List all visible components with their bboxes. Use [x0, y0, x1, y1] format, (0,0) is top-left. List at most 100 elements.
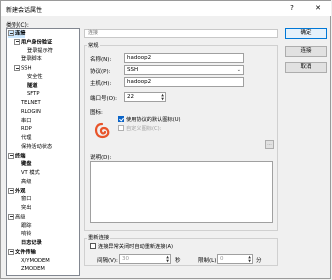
tree-item[interactable]: 终端: [8, 152, 26, 161]
tree-item[interactable]: 外观: [8, 187, 26, 196]
window-title: 新建会话属性: [6, 7, 43, 14]
default-icon-checkbox[interactable]: [118, 116, 124, 122]
tree-item[interactable]: 保持活动状态: [14, 144, 52, 151]
tree-item[interactable]: 日志记录: [14, 240, 42, 247]
tree-item[interactable]: 串口: [14, 118, 31, 125]
name-field[interactable]: hadoop2: [124, 53, 244, 63]
default-icon-label: 使用协议的默认图标(U): [126, 117, 181, 123]
tree-item[interactable]: 安全性: [20, 74, 43, 81]
browse-icon-button[interactable]: ...: [265, 140, 274, 149]
host-field[interactable]: hadoop2: [124, 77, 244, 87]
reconnect-group-title: 重新连接: [87, 233, 111, 241]
protocol-label: 协议(P):: [90, 69, 111, 75]
tree-item[interactable]: VT 模式: [14, 170, 40, 177]
name-label: 名称(N):: [90, 57, 112, 63]
custom-icon-checkbox[interactable]: [118, 125, 124, 131]
tree-item-label: 响铃: [21, 231, 32, 238]
tree-item[interactable]: 突出: [14, 205, 31, 212]
limit-value: 0: [220, 256, 224, 262]
tree-item[interactable]: TELNET: [14, 100, 41, 107]
general-group-title: 常规: [87, 41, 100, 49]
tree-item-label: 安全性: [27, 73, 43, 80]
tree-item[interactable]: 响铃: [14, 231, 31, 238]
description-textarea[interactable]: [90, 161, 273, 223]
tree-item-label: X/YMODEM: [21, 257, 50, 264]
tree-item-label: 终端: [15, 153, 26, 159]
tree-item[interactable]: 用户身份验证: [14, 38, 52, 47]
tree-item-label: 代理: [21, 135, 32, 141]
collapse-icon[interactable]: [14, 38, 20, 45]
tree-item-label: 文件传输: [15, 249, 36, 256]
seconds-label: 秒: [175, 258, 181, 264]
tree-item[interactable]: 登录脚本: [14, 56, 42, 63]
tree-item-label: 键盘: [21, 161, 32, 168]
port-label: 端口号(O):: [90, 96, 117, 102]
chevron-down-icon: ⌄: [236, 67, 241, 73]
spin-down-icon[interactable]: ▼: [248, 259, 251, 263]
tree-item-label: 突出: [21, 205, 32, 211]
tree-item-label: 保持活动状态: [21, 143, 53, 150]
tree-item-label: 窗口: [21, 196, 32, 203]
tree-item-label: 日志记录: [21, 240, 42, 246]
tree-item[interactable]: 跟踪: [14, 223, 31, 230]
spin-down-icon[interactable]: ▼: [166, 259, 169, 263]
category-tree[interactable]: 连接 用户身份验证 登录提示符 登录脚本 SSH 安全性隧道 SFTP TELNET RLOGI…: [6, 28, 80, 276]
tree-item[interactable]: ZMODEM: [14, 266, 45, 273]
tree-item[interactable]: 登录提示符: [20, 48, 53, 55]
limit-stepper[interactable]: 0 ▲ ▼: [217, 254, 253, 264]
auto-reconnect-label: 连接异常关闭时自动重新连接(A): [98, 244, 174, 250]
interval-stepper[interactable]: 30 ▲ ▼: [119, 254, 171, 264]
tree-item[interactable]: X/YMODEM: [14, 258, 50, 265]
session-icon: [93, 122, 111, 140]
tree-item[interactable]: RDP: [14, 126, 32, 133]
description-label: 说明(D):: [90, 155, 112, 161]
help-button[interactable]: ?: [285, 3, 299, 14]
close-button[interactable]: ✕: [311, 3, 325, 14]
protocol-select[interactable]: SSH ⌄: [124, 65, 244, 75]
port-stepper[interactable]: 22 ▲ ▼: [124, 92, 166, 102]
tree-item-label: TELNET: [21, 100, 41, 106]
tree-item[interactable]: SFTP: [20, 91, 39, 98]
tree-item[interactable]: 连接: [8, 30, 26, 38]
collapse-icon[interactable]: [8, 152, 14, 159]
protocol-value: SSH: [127, 67, 139, 73]
tree-item-label: 串口: [21, 117, 32, 124]
tree-item-label: ZMODEM: [21, 266, 45, 273]
interval-value: 30: [122, 256, 129, 262]
cancel-button[interactable]: 取消: [285, 62, 327, 73]
port-value: 22: [127, 94, 134, 100]
tree-item[interactable]: 文件传输: [8, 248, 36, 257]
icon-label: 图标:: [90, 110, 103, 116]
tree-item-label: RLOGIN: [21, 108, 41, 115]
ok-button[interactable]: 确定: [285, 28, 327, 39]
collapse-icon[interactable]: [8, 187, 14, 194]
connect-button[interactable]: 连接: [285, 46, 327, 57]
tree-item[interactable]: SSH: [14, 65, 32, 73]
tree-item[interactable]: 代理: [14, 135, 31, 142]
tree-item-label: SSH: [21, 65, 32, 72]
title-bar: 新建会话属性 ? ✕: [1, 1, 331, 16]
collapse-icon[interactable]: [8, 248, 14, 255]
tree-item[interactable]: RLOGIN: [14, 109, 41, 116]
breadcrumb: 连接: [84, 29, 278, 38]
collapse-icon[interactable]: [8, 213, 14, 220]
tree-item-label: 连接: [15, 30, 26, 37]
collapse-icon[interactable]: [8, 30, 14, 36]
tree-item-label: RDP: [21, 126, 32, 133]
tree-item-label: 隧道: [27, 82, 38, 89]
spin-down-icon[interactable]: ▼: [161, 97, 164, 101]
tree-item[interactable]: 键盘: [14, 161, 31, 168]
tree-item-label: 高级: [15, 214, 26, 221]
tree-item[interactable]: 高级: [8, 213, 26, 222]
host-label: 主机(H):: [90, 81, 112, 87]
limit-label: 限制(L):: [198, 258, 219, 264]
tree-item-label: 外观: [15, 188, 26, 194]
tree-item[interactable]: 窗口: [14, 196, 31, 203]
tree-item-label: SFTP: [27, 91, 40, 98]
collapse-icon[interactable]: [14, 65, 20, 71]
auto-reconnect-checkbox[interactable]: [90, 243, 96, 249]
dialog-window: 新建会话属性 ? ✕ 类别(C): 连接 用户身份验证 登录提示符 登录脚本 SSH 安全…: [0, 0, 331, 279]
tree-item[interactable]: 隧道: [20, 83, 37, 90]
tree-item[interactable]: 高级: [14, 179, 31, 186]
minutes-label: 分: [256, 258, 262, 264]
